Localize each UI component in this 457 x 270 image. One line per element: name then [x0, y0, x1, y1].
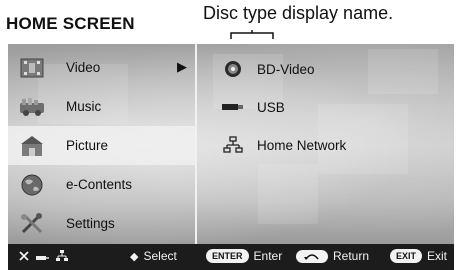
source-item-bd-video[interactable]: BD-Video	[197, 50, 454, 88]
globe-icon	[18, 172, 46, 198]
video-icon	[18, 55, 46, 81]
home-screen: Video ▶ Music Picture e-Contents Setting…	[8, 44, 454, 270]
callout-bracket	[230, 30, 274, 39]
enter-label: Enter	[253, 249, 283, 263]
menu-item-music[interactable]: Music	[8, 87, 195, 126]
callout-label: Disc type display name.	[203, 3, 394, 23]
return-label: Return	[333, 249, 370, 263]
status-bar: ◆ Select ENTER Enter Return EXIT Exit	[8, 244, 454, 270]
menu-item-settings[interactable]: Settings	[8, 204, 195, 243]
exit-label: Exit	[427, 249, 448, 263]
enter-hint: ENTER Enter	[206, 249, 282, 263]
network-status-icon	[56, 250, 68, 265]
picture-icon	[18, 133, 46, 159]
disc-icon	[221, 59, 245, 79]
enter-key-badge: ENTER	[206, 249, 249, 263]
menu-item-label: e-Contents	[66, 177, 133, 192]
exit-key-badge: EXIT	[390, 249, 423, 263]
menu-item-label: Picture	[66, 138, 109, 153]
usb-status-icon	[36, 251, 50, 265]
page-heading: HOME SCREEN	[6, 14, 135, 33]
menu-item-picture[interactable]: Picture	[8, 126, 195, 165]
exit-hint: EXIT Exit	[390, 249, 447, 263]
return-icon	[296, 249, 328, 263]
menu-item-video[interactable]: Video ▶	[8, 48, 195, 87]
select-label: Select	[143, 249, 177, 263]
source-label: Home Network	[257, 137, 347, 153]
menu-item-label: Video	[66, 60, 101, 75]
select-hint: ◆ Select	[130, 249, 177, 263]
source-label: USB	[257, 99, 285, 115]
menu-item-label: Settings	[66, 216, 115, 231]
settings-icon	[18, 211, 46, 237]
source-item-home-network[interactable]: Home Network	[197, 126, 454, 164]
return-hint: Return	[296, 249, 369, 263]
menu-item-e-contents[interactable]: e-Contents	[8, 165, 195, 204]
usb-icon	[221, 97, 245, 117]
status-icons	[18, 250, 68, 265]
source-list: BD-Video USB Home Network	[197, 44, 454, 244]
main-menu: Video ▶ Music Picture e-Contents Setting…	[8, 44, 195, 244]
network-icon	[221, 135, 245, 155]
source-label: BD-Video	[257, 61, 315, 77]
arrow-keys-icon: ◆	[130, 250, 139, 263]
submenu-arrow-icon: ▶	[177, 59, 187, 74]
menu-item-label: Music	[66, 99, 102, 114]
source-item-usb[interactable]: USB	[197, 88, 454, 126]
music-icon	[18, 94, 46, 120]
tools-status-icon	[18, 250, 30, 265]
